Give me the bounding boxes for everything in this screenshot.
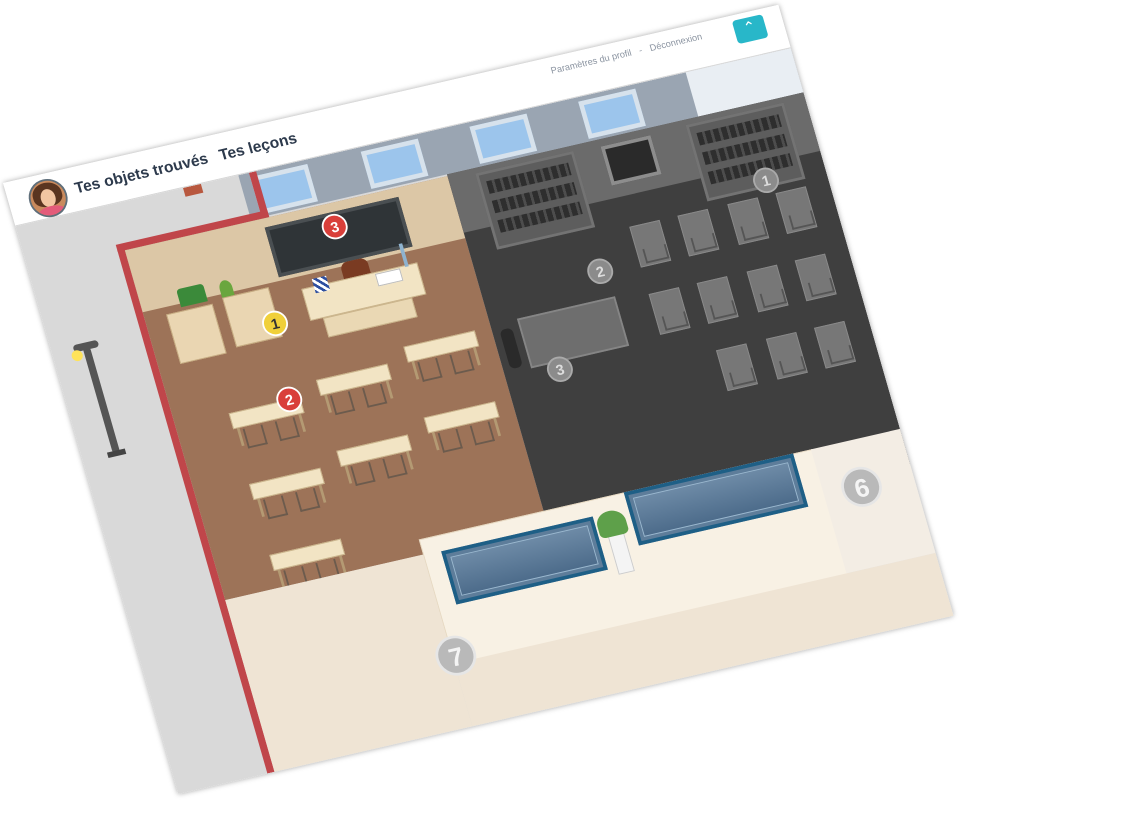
nav-lessons[interactable]: Tes leçons <box>217 129 299 164</box>
street-lamp-base <box>106 448 127 458</box>
account-links: Paramètres du profil - Déconnexion <box>550 32 704 76</box>
profile-settings-link[interactable]: Paramètres du profil <box>550 48 633 76</box>
logout-link[interactable]: Déconnexion <box>649 32 704 54</box>
street-lamp-light <box>70 349 85 363</box>
user-avatar[interactable] <box>24 175 73 221</box>
street-lamp-pole <box>82 346 121 455</box>
scroll-up-button[interactable]: ⌃ <box>731 14 769 45</box>
app-screen: Tes objets trouvés Tes leçons Paramètres… <box>3 4 954 794</box>
links-separator: - <box>637 45 644 57</box>
